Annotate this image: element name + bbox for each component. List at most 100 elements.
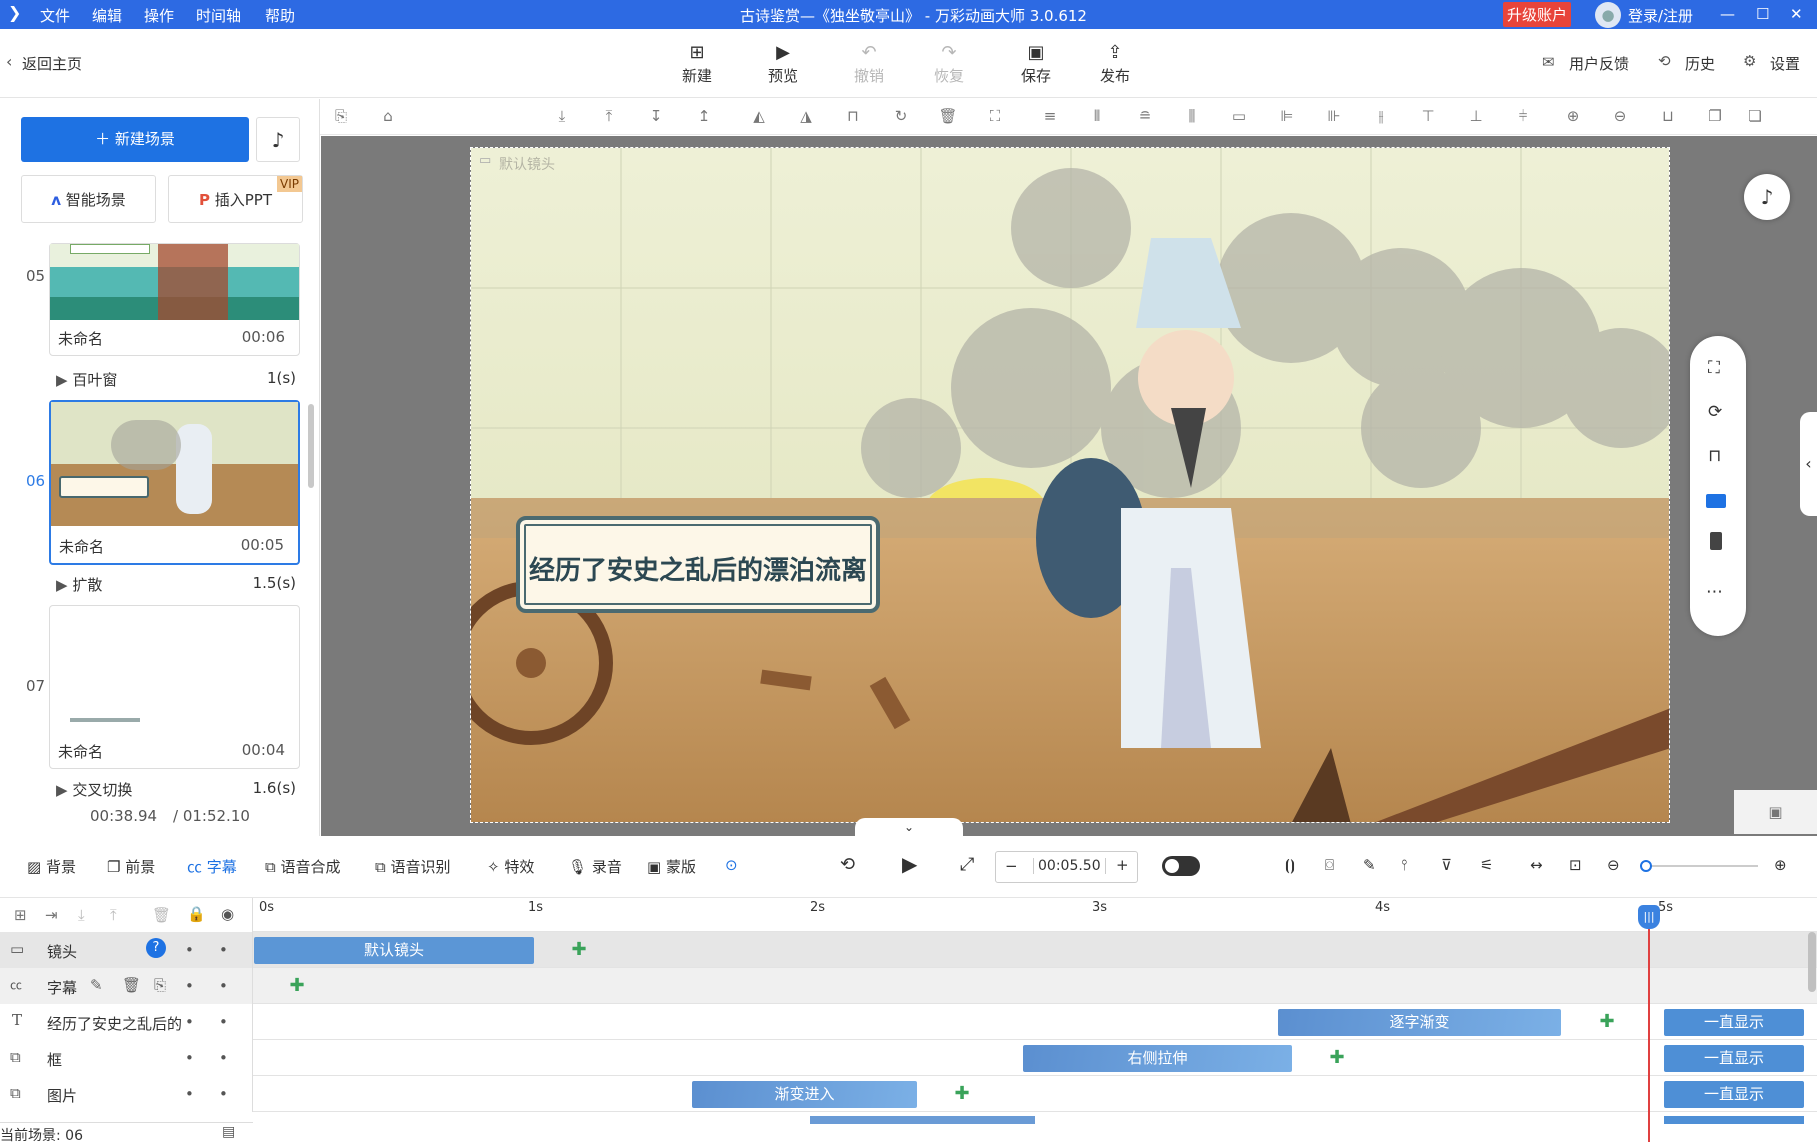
record-tab[interactable]: 🎙 录音 (568, 856, 622, 877)
fit-screen-icon[interactable]: ⛶ (1708, 358, 1720, 378)
transition-row[interactable]: ▶ 交叉切换 1.6(s) (56, 779, 296, 800)
feedback-icon[interactable]: ✉ (1542, 53, 1555, 71)
flip-horizontal-icon[interactable]: ◭ (748, 107, 770, 125)
menu-operate[interactable]: 操作 (144, 5, 174, 26)
help-icon[interactable]: ? (146, 938, 166, 958)
new-button[interactable]: ⊞ 新建 (667, 41, 727, 86)
add-keyframe-icon[interactable]: ✚ (951, 1083, 973, 1105)
asr-tab[interactable]: ⧉ 语音识别 (375, 856, 451, 877)
minus-icon[interactable]: − (1005, 857, 1018, 875)
zoom-in-icon[interactable]: ⊕ (1774, 856, 1787, 874)
music-button[interactable]: ♪ (256, 117, 300, 162)
track-dot[interactable]: • (219, 1085, 228, 1103)
transition-row[interactable]: ▶ 扩散 1.5(s) (56, 574, 296, 595)
scene-card[interactable]: 未命名 00:05 (49, 400, 300, 565)
distribute-h-icon[interactable]: ⫼ (1181, 107, 1203, 125)
fit-icon[interactable]: ⦗⦘ (1285, 856, 1295, 874)
move-up-track-icon[interactable]: ⤒ (110, 906, 117, 924)
track-dot[interactable]: • (185, 1049, 194, 1067)
collapse-right-icon[interactable]: ‹ (1800, 412, 1817, 516)
thumbnail-toggle-icon[interactable]: ▣ (1734, 790, 1817, 834)
toggle-switch[interactable] (1162, 856, 1200, 876)
avatar[interactable]: ● (1595, 2, 1621, 28)
edit-subtitle-icon[interactable]: ✎ (90, 976, 103, 994)
align-center-icon[interactable]: ≡ (1039, 107, 1061, 125)
background-tab[interactable]: ▨ 背景 (27, 856, 76, 877)
align-hcenter-icon[interactable]: ⫲ (1370, 107, 1392, 125)
track-dot[interactable]: • (185, 977, 194, 995)
back-arrow-icon[interactable]: ‹ (6, 52, 12, 71)
replay-icon[interactable]: ⟲ (840, 854, 855, 875)
always-show-bar[interactable]: 一直显示 (1664, 1081, 1804, 1108)
transition-play-icon[interactable]: ▶ (56, 371, 68, 389)
smart-scene-button[interactable]: ʌ 智能场景 (21, 175, 156, 223)
track-dot[interactable]: • (219, 1013, 228, 1031)
paste-icon[interactable]: ❏ (1744, 107, 1766, 125)
transition-play-icon[interactable]: ▶ (56, 576, 68, 594)
animation-bar[interactable]: 渐变进入 (692, 1081, 917, 1108)
zoom-out-icon[interactable]: ⊖ (1609, 107, 1631, 125)
save-button[interactable]: ▣ 保存 (1006, 41, 1066, 86)
filter-icon[interactable]: ⊽ (1441, 856, 1452, 874)
align-vcenter-icon[interactable]: ⫩ (1512, 107, 1534, 125)
undo-button[interactable]: ↶ 撤销 (839, 41, 899, 86)
maximize-icon[interactable]: ☐ (1756, 5, 1769, 23)
stage-music-button[interactable]: ♪ (1744, 174, 1790, 220)
time-stepper[interactable]: − 00:05.50 + (995, 851, 1138, 883)
move-up-icon[interactable]: ↥ (693, 107, 715, 125)
track-dot[interactable]: • (185, 941, 194, 959)
zoom-in-icon[interactable]: ⊕ (1562, 107, 1584, 125)
login-link[interactable]: 登录/注册 (1628, 5, 1693, 26)
import-icon[interactable]: ⇥ (45, 906, 58, 924)
track-dot[interactable]: • (219, 977, 228, 995)
scene-canvas[interactable]: 经历了安史之乱后的漂泊流离 ▭ 默认镜头 (470, 147, 1670, 823)
copy-icon[interactable]: ❐ (1704, 107, 1726, 125)
track-dot[interactable]: • (219, 941, 228, 959)
transition-row[interactable]: ▶ 百叶窗 1(s) (56, 369, 296, 390)
more-tabs-icon[interactable]: ⊙ (725, 856, 738, 874)
scene-list-icon[interactable]: ▤ (222, 1124, 235, 1140)
menu-edit[interactable]: 编辑 (92, 5, 122, 26)
align-middle-icon[interactable]: ⦀ (1086, 107, 1108, 125)
history-icon[interactable]: ⟲ (1658, 52, 1671, 70)
align-right-icon[interactable]: ⊪ (1323, 107, 1345, 125)
delete-subtitle-icon[interactable]: 🗑 (122, 976, 141, 994)
scene-card[interactable]: 未命名 00:06 (49, 243, 300, 356)
portrait-icon[interactable] (1710, 532, 1722, 550)
collapse-timeline-icon[interactable]: ⌄ (855, 818, 963, 836)
subtitle-tab[interactable]: ㏄ 字幕 (187, 856, 237, 877)
lock-icon[interactable]: ⊓ (842, 107, 864, 125)
adjust-icon[interactable]: ⚟ (1480, 856, 1493, 874)
foreground-tab[interactable]: ❐ 前景 (107, 856, 155, 877)
track-frame[interactable]: ⧉ 框 • • 右侧拉伸 ✚ 一直显示 (0, 1040, 1817, 1076)
track-subtitle[interactable]: ㏄ 字幕 ✎ 🗑 ⎘ • • ✚ (0, 968, 1817, 1004)
redo-button[interactable]: ↷ 恢复 (919, 41, 979, 86)
align-top-icon[interactable]: ⊤ (1417, 107, 1439, 125)
time-input[interactable]: 00:05.50 (1033, 858, 1106, 874)
caption-box[interactable]: 经历了安史之乱后的漂泊流离 (516, 516, 880, 613)
camera-icon[interactable]: ⌼ (1325, 856, 1334, 874)
align-bottom-icon[interactable]: ⊥ (1465, 107, 1487, 125)
unlock-icon[interactable]: ⊔ (1657, 107, 1679, 125)
import-subtitle-icon[interactable]: ⎘ (154, 976, 166, 994)
always-show-bar[interactable]: 一直显示 (1664, 1009, 1804, 1036)
rotate-icon[interactable]: ↻ (890, 107, 912, 125)
menu-timeline[interactable]: 时间轴 (196, 5, 241, 26)
lock-track-icon[interactable]: 🔒 (187, 905, 206, 923)
play-icon[interactable]: ▶ (902, 852, 917, 876)
scene-scrollbar[interactable] (308, 404, 314, 488)
track-image[interactable]: ⧉ 图片 • • 渐变进入 ✚ 一直显示 (0, 1076, 1817, 1112)
animation-bar[interactable]: 逐字渐变 (1278, 1009, 1561, 1036)
history-link[interactable]: 历史 (1685, 53, 1715, 74)
delete-icon[interactable]: 🗑 (937, 107, 959, 125)
stretch-icon[interactable]: ↔ (1530, 856, 1543, 874)
publish-button[interactable]: ⇪ 发布 (1085, 41, 1145, 86)
timeline-scrollbar[interactable] (1808, 932, 1816, 992)
minimize-icon[interactable]: — (1720, 5, 1735, 23)
menu-file[interactable]: 文件 (40, 5, 70, 26)
add-folder-icon[interactable]: ⊞ (14, 906, 27, 924)
zoom-slider[interactable] (1640, 860, 1758, 872)
insert-ppt-button[interactable]: P 插入PPT VIP (168, 175, 303, 223)
visibility-icon[interactable]: ◉ (221, 905, 234, 923)
preview-button[interactable]: ▶ 预览 (753, 41, 813, 86)
